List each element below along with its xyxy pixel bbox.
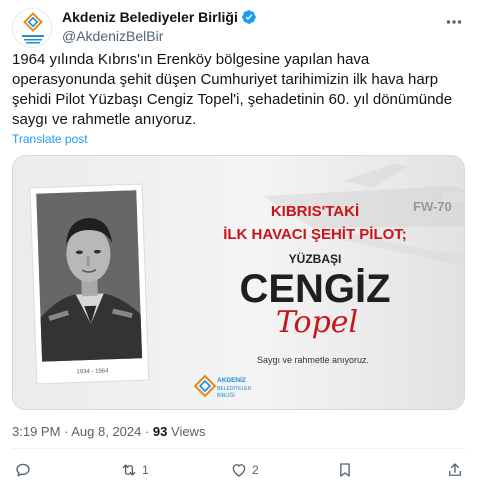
title-line1: KIBRIS'TAKİ xyxy=(271,203,359,220)
tweet-media-image[interactable]: FW-70 1934 - 1964 KIBRIS'TAKİ İLK HAVACI… xyxy=(12,155,465,410)
account-names: Akdeniz Belediyeler Birliği @AkdenizBelB… xyxy=(62,8,257,44)
memorial-poster: FW-70 1934 - 1964 KIBRIS'TAKİ İLK HAVACI… xyxy=(13,156,464,409)
avatar[interactable] xyxy=(12,8,52,48)
bookmark-button[interactable] xyxy=(336,458,354,482)
reply-icon xyxy=(16,463,30,477)
repost-count: 1 xyxy=(142,463,149,477)
surname-text: Topel xyxy=(276,305,358,340)
repost-button[interactable]: 1 xyxy=(120,458,149,482)
views-count: 93 xyxy=(152,424,168,439)
photo-years: 1934 - 1964 xyxy=(76,368,109,375)
timestamp[interactable]: 3:19 PM · Aug 8, 2024 · xyxy=(12,424,153,439)
tweet-header: Akdeniz Belediyeler Birliği @AkdenizBelB… xyxy=(12,6,466,50)
title-line2: İLK HAVACI ŞEHİT PİLOT; xyxy=(223,226,407,243)
bookmark-icon xyxy=(340,463,350,477)
like-icon xyxy=(232,464,246,477)
portrait-photo: 1934 - 1964 xyxy=(29,183,150,385)
divider xyxy=(12,448,466,449)
tweet-meta: 3:19 PM · Aug 8, 2024 · 93 Views xyxy=(12,424,205,439)
avatar-logo-icon xyxy=(13,9,51,47)
tweet-text: 1964 yılında Kıbrıs'ın Erenköy bölgesine… xyxy=(12,51,453,128)
like-count: 2 xyxy=(252,463,259,477)
handle[interactable]: @AkdenizBelBir xyxy=(62,28,257,44)
views-label: Views xyxy=(167,424,206,439)
verified-badge-icon xyxy=(241,10,256,24)
plane-marking: FW-70 xyxy=(413,199,452,214)
like-button[interactable]: 2 xyxy=(230,458,259,482)
translate-post-link[interactable]: Translate post xyxy=(12,132,88,146)
logo-line2: BELEDİYELER xyxy=(217,385,252,392)
more-icon xyxy=(446,20,462,24)
action-bar: 1 2 xyxy=(12,456,464,484)
reply-button[interactable] xyxy=(14,458,36,482)
logo-line3: BİRLİĞİ xyxy=(217,392,235,399)
share-button[interactable] xyxy=(446,458,464,482)
rank-text: YÜZBAŞI xyxy=(289,251,342,266)
more-button[interactable] xyxy=(444,12,464,32)
logo-line1: AKDENİZ xyxy=(217,376,246,384)
share-icon xyxy=(449,463,461,476)
display-name[interactable]: Akdeniz Belediyeler Birliği xyxy=(62,9,238,25)
repost-icon xyxy=(122,464,136,476)
tagline-text: Saygı ve rahmetle anıyoruz. xyxy=(257,355,369,365)
